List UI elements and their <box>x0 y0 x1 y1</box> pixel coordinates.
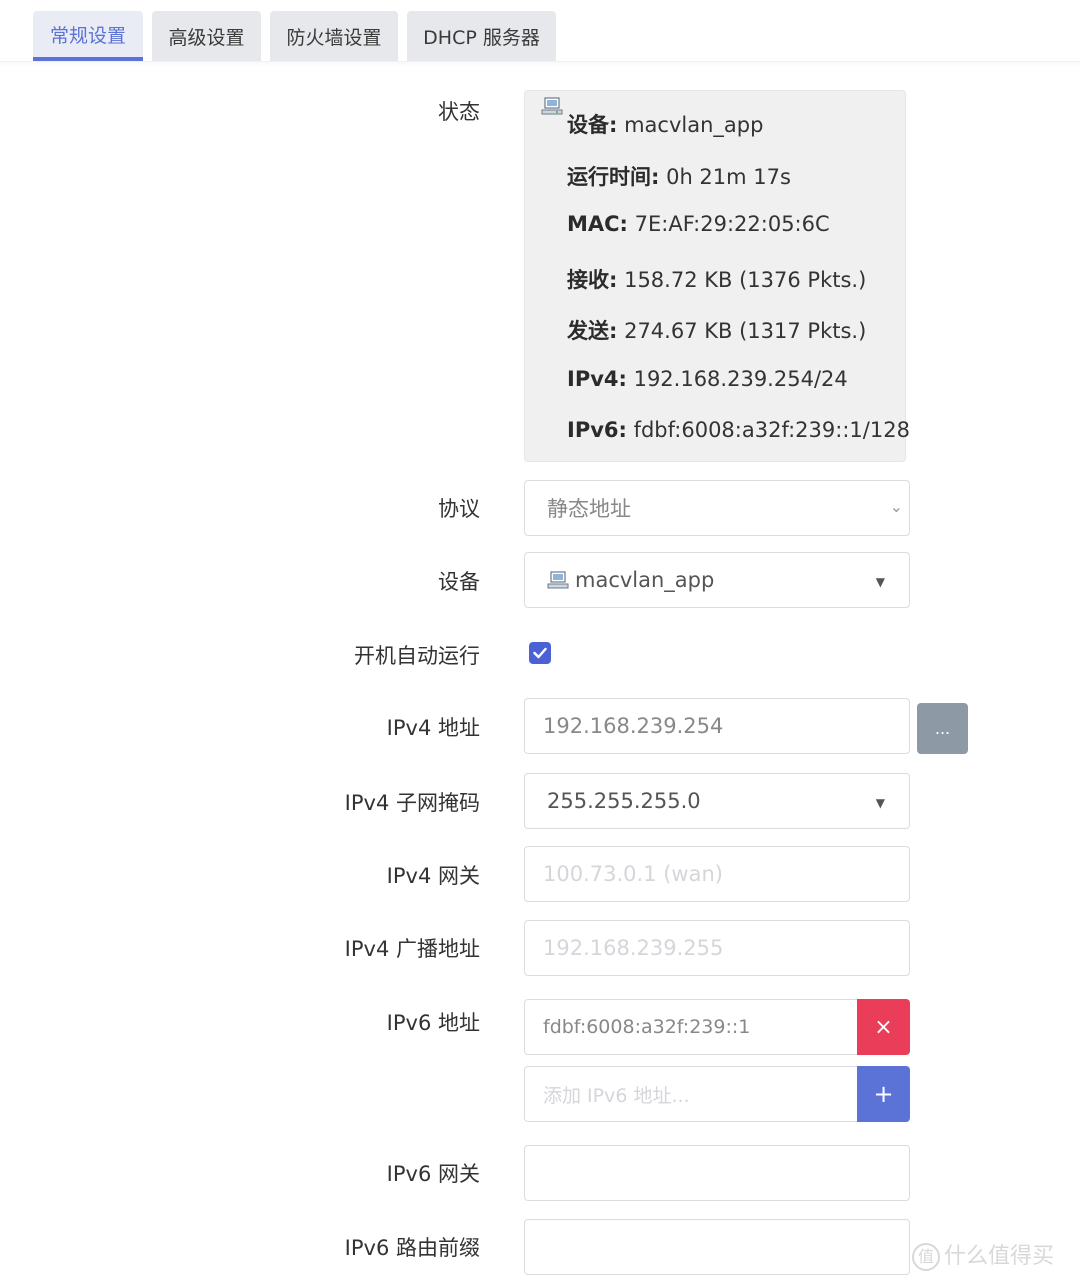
remove-ipv6-button[interactable]: × <box>857 999 910 1055</box>
ipv6-address-value: fdbf:6008:a32f:239::1 <box>543 1016 751 1038</box>
device-value: macvlan_app <box>575 568 715 592</box>
ipv4-address-input[interactable]: 192.168.239.254 <box>524 698 910 754</box>
status-mac-line: MAC: 7E:AF:29:22:05:6C <box>567 212 830 236</box>
device-select[interactable]: macvlan_app ▼ <box>524 552 910 608</box>
ipv4-gateway-input[interactable]: 100.73.0.1 (wan) <box>524 846 910 902</box>
status-uptime-line: 运行时间: 0h 21m 17s <box>567 165 791 189</box>
ipv4-netmask-value: 255.255.255.0 <box>547 789 701 813</box>
network-device-icon <box>541 97 563 115</box>
ipv4-broadcast-placeholder: 192.168.239.255 <box>543 936 724 960</box>
ipv6-address-label: IPv6 地址 <box>386 1011 480 1035</box>
ipv6-gateway-label: IPv6 网关 <box>386 1162 480 1186</box>
watermark-text: 什么值得买 <box>944 1244 1055 1269</box>
ipv4-netmask-label: IPv4 子网掩码 <box>344 791 480 815</box>
tab-bar: 常规设置 高级设置 防火墙设置 DHCP 服务器 <box>0 0 1080 62</box>
tab-firewall-settings[interactable]: 防火墙设置 <box>270 11 398 61</box>
status-label: 状态 <box>438 100 480 124</box>
add-ipv6-button[interactable]: + <box>857 1066 910 1122</box>
add-ipv6-placeholder: 添加 IPv6 地址... <box>543 1084 690 1107</box>
ipv4-address-more-button[interactable]: ... <box>917 703 968 754</box>
autostart-label: 开机自动运行 <box>354 644 480 668</box>
tab-general-settings[interactable]: 常规设置 <box>33 11 143 61</box>
ipv4-gateway-label: IPv4 网关 <box>386 864 480 888</box>
watermark: 值什么值得买 <box>912 1238 1054 1271</box>
tab-dhcp-server[interactable]: DHCP 服务器 <box>407 11 556 61</box>
ipv6-address-input[interactable]: fdbf:6008:a32f:239::1 <box>524 999 858 1055</box>
status-rx-line: 接收: 158.72 KB (1376 Pkts.) <box>567 268 867 292</box>
add-ipv6-input[interactable]: 添加 IPv6 地址... <box>524 1066 858 1122</box>
ipv4-gateway-placeholder: 100.73.0.1 (wan) <box>543 862 723 886</box>
status-tx-line: 发送: 274.67 KB (1317 Pkts.) <box>567 319 867 343</box>
ipv6-prefix-label: IPv6 路由前缀 <box>344 1236 480 1260</box>
ipv6-gateway-input[interactable] <box>524 1145 910 1201</box>
caret-down-icon: ▼ <box>875 575 885 589</box>
ipv4-netmask-select[interactable]: 255.255.255.0 ▼ <box>524 773 910 829</box>
network-device-icon <box>547 571 569 589</box>
status-ipv6-line: IPv6: fdbf:6008:a32f:239::1/128 <box>567 418 910 442</box>
status-ipv4-line: IPv4: 192.168.239.254/24 <box>567 367 848 391</box>
checkmark-icon <box>533 647 547 659</box>
caret-down-icon: ▼ <box>875 796 885 810</box>
ipv6-prefix-input[interactable] <box>524 1219 910 1275</box>
tab-advanced-settings[interactable]: 高级设置 <box>152 11 261 61</box>
ipv4-address-label: IPv4 地址 <box>386 716 480 740</box>
ipv4-broadcast-label: IPv4 广播地址 <box>344 937 480 961</box>
device-label: 设备 <box>438 570 480 594</box>
autostart-checkbox[interactable] <box>529 642 551 664</box>
protocol-value: 静态地址 <box>547 497 631 521</box>
watermark-logo-icon: 值 <box>912 1243 940 1271</box>
status-panel: 设备: macvlan_app 运行时间: 0h 21m 17s MAC: 7E… <box>524 90 910 462</box>
chevron-down-icon: ⌄ <box>889 497 903 516</box>
ipv4-address-value: 192.168.239.254 <box>543 714 724 738</box>
protocol-label: 协议 <box>438 497 480 521</box>
protocol-select[interactable]: 静态地址 ⌄ <box>524 480 910 536</box>
status-device-line: 设备: macvlan_app <box>567 113 764 137</box>
ipv4-broadcast-input[interactable]: 192.168.239.255 <box>524 920 910 976</box>
